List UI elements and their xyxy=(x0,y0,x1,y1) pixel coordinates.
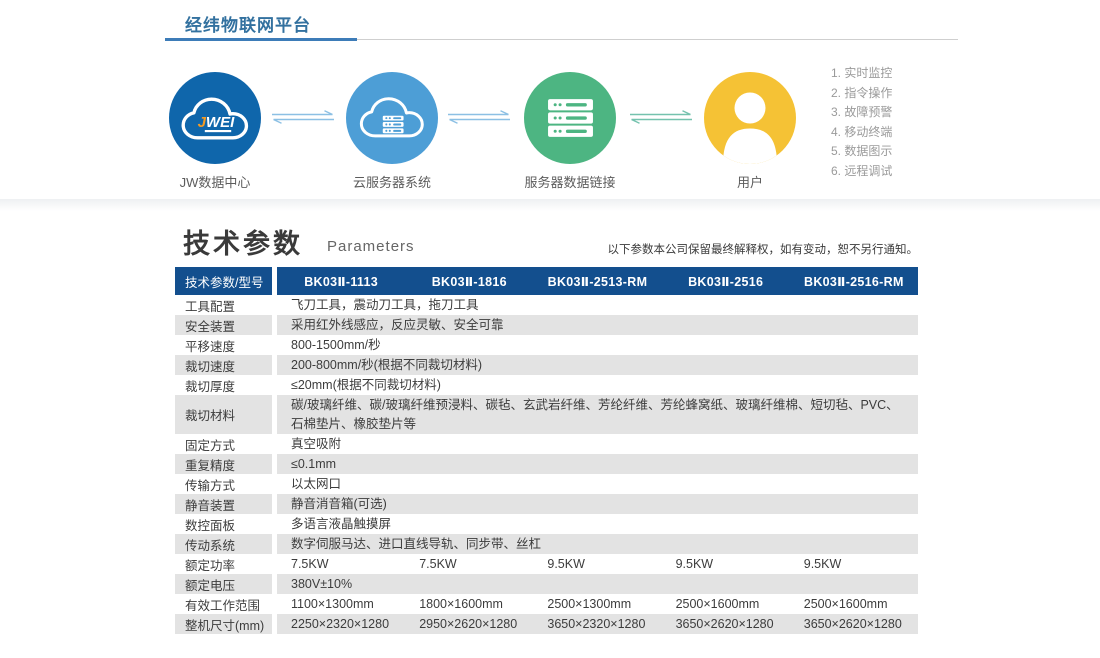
table-header-cell: BK03Ⅱ-2516-RM xyxy=(790,267,918,295)
table-row: 裁切材料碳/玻璃纤维、碳/玻璃纤维预浸料、碳毡、玄武岩纤维、芳纶纤维、芳纶蜂窝纸… xyxy=(175,395,918,434)
title-underline-gray xyxy=(357,39,958,40)
parameters-subtitle: Parameters xyxy=(327,238,415,255)
table-row: 整机尺寸(mm)2250×2320×12802950×2620×12803650… xyxy=(175,614,918,634)
spec-table: 技术参数/型号BK03Ⅱ-1113BK03Ⅱ-1816BK03Ⅱ-2513-RM… xyxy=(175,267,918,634)
node-label: 用户 xyxy=(650,172,850,191)
table-row: 有效工作范围1100×1300mm1800×1600mm2500×1300mm2… xyxy=(175,594,918,614)
cloud-server-icon xyxy=(355,92,429,144)
table-header-cell: BK03Ⅱ-1113 xyxy=(277,267,405,295)
row-label: 额定功率 xyxy=(175,554,272,574)
row-value: 3650×2620×1280 xyxy=(662,614,790,634)
row-value: 7.5KW xyxy=(405,554,533,574)
table-row: 平移速度800-1500mm/秒 xyxy=(175,335,918,355)
row-value: 7.5KW xyxy=(277,554,405,574)
row-value: 数字伺服马达、进口直线导轨、同步带、丝杠 xyxy=(277,534,918,554)
table-header-cell: BK03Ⅱ-2513-RM xyxy=(533,267,661,295)
feature-item: 6. 远程调试 xyxy=(831,162,892,182)
table-row: 裁切厚度≤20mm(根据不同裁切材料) xyxy=(175,375,918,395)
row-label: 静音装置 xyxy=(175,494,272,514)
parameters-disclaimer: 以下参数本公司保留最终解释权，如有变动，恕不另行通知。 xyxy=(418,241,918,257)
feature-item: 1. 实时监控 xyxy=(831,64,892,84)
svg-text:JWEI: JWEI xyxy=(198,114,236,131)
row-value: 380V±10% xyxy=(277,574,918,594)
row-value: 飞刀工具，震动刀工具，拖刀工具 xyxy=(277,295,918,315)
title-underline-blue xyxy=(165,38,357,41)
row-value: 2250×2320×1280 xyxy=(277,614,405,634)
table-row: 重复精度≤0.1mm xyxy=(175,454,918,474)
row-value: ≤0.1mm xyxy=(277,454,918,474)
row-value: 2950×2620×1280 xyxy=(405,614,533,634)
row-label: 裁切厚度 xyxy=(175,375,272,395)
user-icon xyxy=(704,72,796,164)
row-value: ≤20mm(根据不同裁切材料) xyxy=(277,375,918,395)
row-value: 9.5KW xyxy=(533,554,661,574)
row-label: 平移速度 xyxy=(175,335,272,355)
feature-item: 3. 故障预警 xyxy=(831,103,892,123)
row-label: 裁切材料 xyxy=(175,395,272,434)
row-value: 9.5KW xyxy=(790,554,918,574)
table-row: 裁切速度200-800mm/秒(根据不同裁切材料) xyxy=(175,355,918,375)
row-value: 3650×2320×1280 xyxy=(533,614,661,634)
table-header-row: 技术参数/型号BK03Ⅱ-1113BK03Ⅱ-1816BK03Ⅱ-2513-RM… xyxy=(175,267,918,295)
table-body: 工具配置飞刀工具，震动刀工具，拖刀工具安全装置采用红外线感应，反应灵敏、安全可靠… xyxy=(175,295,918,634)
table-row: 传动系统数字伺服马达、进口直线导轨、同步带、丝杠 xyxy=(175,534,918,554)
table-row: 额定功率7.5KW7.5KW9.5KW9.5KW9.5KW xyxy=(175,554,918,574)
node-circle-1: JWEI xyxy=(169,72,261,164)
feature-item: 4. 移动终端 xyxy=(831,123,892,143)
table-header-label: 技术参数/型号 xyxy=(175,267,272,295)
row-value: 1800×1600mm xyxy=(405,594,533,614)
server-stack-icon xyxy=(546,97,595,139)
node-label: 云服务器系统 xyxy=(292,172,492,191)
row-value: 3650×2620×1280 xyxy=(790,614,918,634)
row-value: 真空吸附 xyxy=(277,434,918,454)
node-circle-2 xyxy=(346,72,438,164)
row-value: 多语言液晶触摸屏 xyxy=(277,514,918,534)
row-value: 2500×1600mm xyxy=(662,594,790,614)
page-title: 经纬物联网平台 xyxy=(185,11,311,36)
row-label: 固定方式 xyxy=(175,434,272,454)
node-circle-4 xyxy=(704,72,796,164)
row-value: 800-1500mm/秒 xyxy=(277,335,918,355)
row-label: 安全装置 xyxy=(175,315,272,335)
node-label: JW数据中心 xyxy=(115,172,315,191)
section-divider xyxy=(0,199,1100,211)
row-value: 1100×1300mm xyxy=(277,594,405,614)
table-header-cell: BK03Ⅱ-1816 xyxy=(405,267,533,295)
row-value: 2500×1600mm xyxy=(790,594,918,614)
table-row: 安全装置采用红外线感应，反应灵敏、安全可靠 xyxy=(175,315,918,335)
flow-arrow-icon xyxy=(629,110,693,129)
row-label: 工具配置 xyxy=(175,295,272,315)
node-circle-3 xyxy=(524,72,616,164)
row-label: 重复精度 xyxy=(175,454,272,474)
row-value: 9.5KW xyxy=(662,554,790,574)
table-row: 工具配置飞刀工具，震动刀工具，拖刀工具 xyxy=(175,295,918,315)
row-label: 裁切速度 xyxy=(175,355,272,375)
row-value: 以太网口 xyxy=(277,474,918,494)
flow-arrow-icon xyxy=(271,110,335,129)
table-row: 静音装置静音消音箱(可选) xyxy=(175,494,918,514)
row-value: 碳/玻璃纤维、碳/玻璃纤维预浸料、碳毡、玄武岩纤维、芳纶纤维、芳纶蜂窝纸、玻璃纤… xyxy=(277,395,918,434)
parameters-title: 技术参数 xyxy=(183,222,303,261)
row-label: 有效工作范围 xyxy=(175,594,272,614)
table-row: 额定电压380V±10% xyxy=(175,574,918,594)
feature-list: 1. 实时监控2. 指令操作3. 故障预警4. 移动终端5. 数据图示6. 远程… xyxy=(831,64,892,181)
feature-item: 2. 指令操作 xyxy=(831,84,892,104)
row-label: 传动系统 xyxy=(175,534,272,554)
row-label: 数控面板 xyxy=(175,514,272,534)
row-value: 采用红外线感应，反应灵敏、安全可靠 xyxy=(277,315,918,335)
row-label: 传输方式 xyxy=(175,474,272,494)
node-label: 服务器数据链接 xyxy=(470,172,670,191)
row-value: 2500×1300mm xyxy=(533,594,661,614)
table-row: 固定方式真空吸附 xyxy=(175,434,918,454)
flow-arrow-icon xyxy=(447,110,511,129)
jwei-cloud-logo-icon: JWEI xyxy=(177,91,253,145)
feature-item: 5. 数据图示 xyxy=(831,142,892,162)
row-value: 200-800mm/秒(根据不同裁切材料) xyxy=(277,355,918,375)
row-label: 整机尺寸(mm) xyxy=(175,614,272,634)
table-header-cell: BK03Ⅱ-2516 xyxy=(662,267,790,295)
table-row: 传输方式以太网口 xyxy=(175,474,918,494)
table-row: 数控面板多语言液晶触摸屏 xyxy=(175,514,918,534)
row-label: 额定电压 xyxy=(175,574,272,594)
row-value: 静音消音箱(可选) xyxy=(277,494,918,514)
